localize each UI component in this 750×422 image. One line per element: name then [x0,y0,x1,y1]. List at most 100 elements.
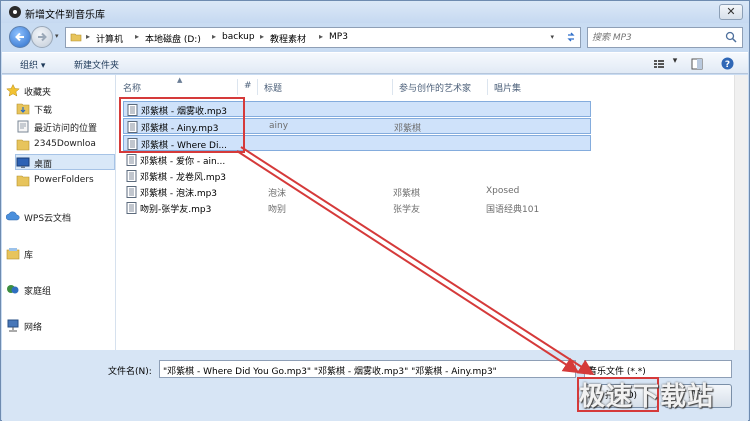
audio-file-icon [126,202,137,214]
help-button[interactable]: ? [718,56,736,72]
new-folder-button[interactable]: 新建文件夹 [74,58,119,71]
sidebar-item-desktop[interactable]: 桌面 [15,154,115,170]
folder-icon [16,175,30,187]
close-button[interactable]: ✕ [719,4,743,20]
breadcrumb-tutorial[interactable]: 教程素材 [270,32,306,45]
breadcrumb-separator-icon[interactable]: ▸ [86,32,90,41]
file-row[interactable]: 邓紫棋 - 爱你 - ain... [123,152,591,168]
audio-file-icon [126,154,137,166]
sidebar-item-recent-places[interactable]: 最近访问的位置 [16,119,124,135]
forward-button[interactable] [31,26,53,48]
column-header-label: # [244,81,252,91]
help-icon: ? [721,57,733,70]
search-icon[interactable] [725,31,737,43]
file-name: 邓紫棋 - 龙卷风.mp3 [140,173,227,183]
back-arrow-icon [15,32,24,42]
file-row[interactable]: 吻别-张学友.mp3 吻别 张学友 国语经典101 [123,200,591,216]
chevron-down-icon: ▼ [588,365,594,373]
command-bar: 组织 ▾ 新建文件夹 ▾ ? [2,52,748,74]
selected-files-highlight [119,97,245,153]
breadcrumb-separator-icon[interactable]: ▸ [212,32,216,41]
file-artist: 张学友 [393,205,421,215]
audio-file-icon [126,170,137,182]
column-header-label: 唱片集 [494,84,522,94]
file-row[interactable]: 邓紫棋 - 泡沫.mp3 泡沫 邓紫棋 Xposed [123,184,591,200]
column-header-label: 名称 [123,84,142,94]
filename-value: "邓紫棋 - Where Did You Go.mp3" "邓紫棋 - 烟雾收.… [163,367,497,377]
breadcrumb-backup[interactable]: backup [222,32,255,42]
file-name: 吻别-张学友.mp3 [140,205,212,215]
address-dropdown-icon[interactable]: ▾ [550,33,554,41]
column-header-album[interactable]: 唱片集 [488,79,608,95]
breadcrumb-mp3[interactable]: MP3 [329,32,348,42]
file-artist: 邓紫棋 [393,189,421,199]
organize-menu-button[interactable]: 组织 ▾ [20,58,45,71]
file-title: ainy [269,121,289,131]
view-dropdown-icon[interactable]: ▾ [666,56,684,72]
audio-file-icon [126,186,137,198]
library-icon [6,248,20,260]
address-bar[interactable]: ▸ 计算机 ▸ 本地磁盘 (D:) ▸ backup ▸ 教程素材 ▸ MP3 … [65,27,581,48]
svg-text:?: ? [724,60,729,70]
column-header-title[interactable]: 标题 [258,79,393,95]
vertical-scrollbar[interactable] [734,75,748,350]
cloud-icon [6,211,20,221]
download-folder-icon [16,103,30,115]
breadcrumb-computer[interactable]: 计算机 [96,32,123,45]
sidebar-item-homegroup[interactable]: 家庭组 [6,282,114,298]
preview-pane-icon [691,58,703,70]
file-name: 邓紫棋 - 爱你 - ain... [140,157,226,167]
breadcrumb-separator-icon[interactable]: ▸ [135,32,139,41]
sidebar-item-downloads[interactable]: 下载 [16,101,124,117]
column-header-name[interactable]: ▲ 名称 [117,76,238,95]
back-button[interactable] [9,26,31,48]
sidebar-item-label: 最近访问的位置 [34,124,98,134]
network-icon [7,319,19,332]
sidebar-item-wps-cloud[interactable]: WPS云文档 [6,209,114,225]
breadcrumb-separator-icon[interactable]: ▸ [260,32,264,41]
homegroup-icon [7,285,19,294]
view-list-icon [654,60,664,68]
sidebar-item-libraries[interactable]: 库 [6,246,114,262]
sidebar-item-label: 网络 [24,323,43,333]
refresh-button[interactable] [561,28,580,47]
file-album: Xposed [486,186,520,196]
sidebar-item-label: 家庭组 [24,287,52,297]
music-app-icon [9,6,21,18]
recent-pages-dropdown-icon[interactable]: ▾ [55,32,59,40]
desktop-icon [16,157,30,168]
file-title: 吻别 [268,205,287,215]
title-bar: 新增文件到音乐库 ✕ [1,1,749,23]
recent-places-icon [17,120,29,133]
sidebar-item-label: 桌面 [34,160,53,170]
sidebar-item-label: 下载 [34,106,53,116]
filename-history-dropdown-icon[interactable]: ▾ [565,365,569,373]
content-area: 收藏夹 下载 最近访问的位置 2345Downloa 桌面 PowerFolde… [2,75,748,350]
search-input[interactable] [592,30,720,45]
sidebar-item-2345downloads[interactable]: 2345Downloa [16,137,124,153]
folder-icon [70,33,82,42]
star-icon [6,84,20,97]
navigation-pane: 收藏夹 下载 最近访问的位置 2345Downloa 桌面 PowerFolde… [2,75,116,350]
column-header-number[interactable]: # [238,79,258,95]
file-album: 国语经典101 [486,205,540,215]
sort-ascending-icon: ▲ [177,76,183,84]
navigation-bar: ▾ ▸ 计算机 ▸ 本地磁盘 (D:) ▸ backup ▸ 教程素材 ▸ MP… [1,24,749,51]
sidebar-item-favorites[interactable]: 收藏夹 [6,83,114,99]
column-header-artist[interactable]: 参与创作的艺术家 [393,79,488,95]
breadcrumb-drive[interactable]: 本地磁盘 (D:) [145,32,201,45]
sidebar-item-powerfolders[interactable]: PowerFolders [16,173,124,189]
search-box[interactable] [587,27,743,48]
file-name: 邓紫棋 - 泡沫.mp3 [140,189,218,199]
file-row[interactable]: 邓紫棋 - 龙卷风.mp3 [123,168,591,184]
file-artist: 邓紫棋 [394,124,422,134]
folder-icon [16,139,30,151]
breadcrumb-separator-icon[interactable]: ▸ [319,32,323,41]
preview-pane-button[interactable] [688,56,706,72]
sidebar-item-network[interactable]: 网络 [6,318,114,334]
sidebar-item-label: WPS云文档 [24,214,72,224]
filename-label: 文件名(N): [108,367,152,377]
filename-input[interactable]: "邓紫棋 - Where Did You Go.mp3" "邓紫棋 - 烟雾收.… [159,360,576,378]
column-header-label: 标题 [264,84,283,94]
file-open-dialog: 新增文件到音乐库 ✕ ▾ ▸ 计算机 ▸ 本地磁盘 (D:) ▸ backup … [0,0,750,421]
